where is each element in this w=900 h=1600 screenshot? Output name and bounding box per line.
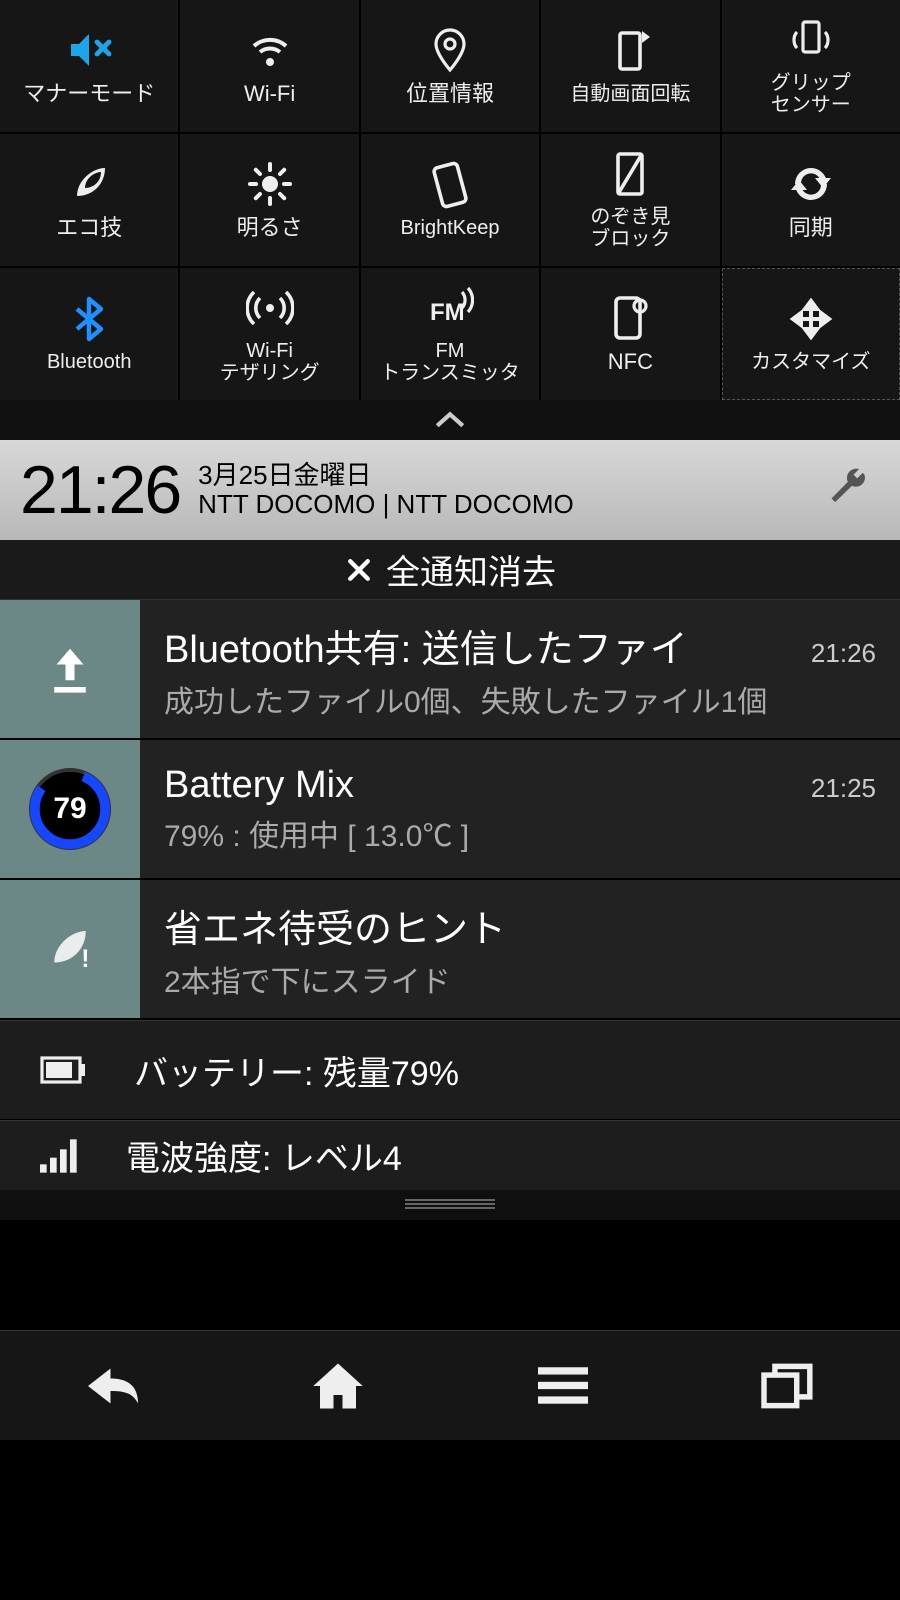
battery-mix-percent: 79 xyxy=(27,766,113,852)
nav-back-button[interactable] xyxy=(73,1356,153,1416)
notification-title: Bluetooth共有: 送信したファイ xyxy=(164,618,799,673)
back-icon xyxy=(83,1362,143,1410)
carrier-label: NTT DOCOMO | NTT DOCOMO xyxy=(198,490,574,519)
brightkeep-icon xyxy=(426,161,474,209)
notification-subtitle: 79% : 使用中 [ 13.0℃ ] xyxy=(164,811,876,855)
qs-label: のぞき見 ブロック xyxy=(590,206,670,250)
qs-label: エコ技 xyxy=(56,216,122,240)
notification-icon-area xyxy=(0,600,140,738)
sync-icon xyxy=(787,160,835,208)
qs-tile-nfc[interactable]: NFC xyxy=(541,268,719,400)
qs-tile-fm-transmitter[interactable]: FM FM トランスミッタ xyxy=(361,268,539,400)
recent-apps-icon xyxy=(761,1362,815,1410)
qs-tile-peek-block[interactable]: のぞき見 ブロック xyxy=(541,134,719,266)
notification-item[interactable]: 79 Battery Mix 21:25 79% : 使用中 [ 13.0℃ ] xyxy=(0,740,900,880)
notification-title: Battery Mix xyxy=(164,764,799,807)
tether-icon xyxy=(246,284,294,332)
battery-mix-icon: 79 xyxy=(27,766,113,852)
brightness-icon xyxy=(246,160,294,208)
qs-tile-manner-mode[interactable]: マナーモード xyxy=(0,0,178,132)
notification-time: 21:26 xyxy=(811,638,876,669)
customize-icon xyxy=(787,295,835,343)
collapse-quick-settings[interactable] xyxy=(0,400,900,440)
qs-tile-bluetooth[interactable]: Bluetooth xyxy=(0,268,178,400)
svg-text:FM: FM xyxy=(430,299,465,326)
notification-icon-area: ! xyxy=(0,880,140,1018)
qs-label: FM トランスミッタ xyxy=(380,340,520,384)
navigation-bar xyxy=(0,1330,900,1440)
bluetooth-icon xyxy=(65,295,113,343)
clear-all-notifications[interactable]: 全通知消去 xyxy=(0,540,900,600)
peek-icon xyxy=(606,150,654,198)
qs-label: Bluetooth xyxy=(47,351,132,373)
qs-tile-brightness[interactable]: 明るさ xyxy=(180,134,358,266)
notification-title: 省エネ待受のヒント xyxy=(164,898,876,953)
eco-icon xyxy=(65,160,113,208)
qs-tile-customize[interactable]: カスタマイズ xyxy=(722,268,900,400)
status-text: バッテリー: 残量79% xyxy=(134,1046,459,1095)
drag-handle-lines xyxy=(405,1199,495,1211)
qs-label: カスタマイズ xyxy=(751,351,870,373)
nav-recent-button[interactable] xyxy=(748,1356,828,1416)
status-text: 電波強度: レベル4 xyxy=(126,1131,402,1180)
settings-button[interactable] xyxy=(826,466,870,515)
signal-icon xyxy=(40,1138,80,1174)
qs-tile-wifi-tether[interactable]: Wi-Fi テザリング xyxy=(180,268,358,400)
location-icon xyxy=(426,26,474,74)
qs-tile-auto-rotate[interactable]: 自動画面回転 xyxy=(541,0,719,132)
panel-drag-handle[interactable] xyxy=(0,1190,900,1220)
status-row-battery[interactable]: バッテリー: 残量79% xyxy=(0,1020,900,1120)
date-label: 3月25日金曜日 xyxy=(198,461,574,490)
status-header: 21:26 3月25日金曜日 NTT DOCOMO | NTT DOCOMO xyxy=(0,440,900,540)
eco-hint-icon: ! xyxy=(43,922,97,976)
nfc-icon xyxy=(606,294,654,342)
qs-label: Wi-Fi xyxy=(244,82,295,106)
notification-time: 21:25 xyxy=(811,773,876,804)
qs-label: 同期 xyxy=(789,216,833,240)
qs-tile-brightkeep[interactable]: BrightKeep xyxy=(361,134,539,266)
home-icon xyxy=(311,1361,365,1411)
qs-label: NFC xyxy=(608,350,653,374)
qs-label: 位置情報 xyxy=(406,82,494,106)
qs-tile-sync[interactable]: 同期 xyxy=(722,134,900,266)
nav-home-button[interactable] xyxy=(298,1356,378,1416)
qs-label: 自動画面回転 xyxy=(570,83,690,105)
fm-icon: FM xyxy=(426,284,474,332)
upload-icon xyxy=(43,642,97,696)
status-row-signal[interactable]: 電波強度: レベル4 xyxy=(0,1120,900,1190)
qs-tile-location[interactable]: 位置情報 xyxy=(361,0,539,132)
quick-settings-grid: マナーモード Wi-Fi 位置情報 自動画面回転 グリップ センサー エコ技 明… xyxy=(0,0,900,400)
nav-menu-button[interactable] xyxy=(523,1356,603,1416)
notification-icon-area: 79 xyxy=(0,740,140,878)
wifi-icon xyxy=(246,26,294,74)
notification-item[interactable]: ! 省エネ待受のヒント 2本指で下にスライド xyxy=(0,880,900,1020)
clear-all-label: 全通知消去 xyxy=(386,545,556,594)
qs-label: BrightKeep xyxy=(401,217,500,239)
close-icon xyxy=(344,555,374,585)
notification-item[interactable]: Bluetooth共有: 送信したファイ 21:26 成功したファイル0個、失敗… xyxy=(0,600,900,740)
notification-subtitle: 2本指で下にスライド xyxy=(164,957,876,1001)
qs-label: Wi-Fi テザリング xyxy=(220,340,320,384)
qs-label: マナーモード xyxy=(23,82,155,106)
qs-label: グリップ センサー xyxy=(771,72,851,116)
chevron-up-icon xyxy=(433,410,467,430)
qs-tile-wifi[interactable]: Wi-Fi xyxy=(180,0,358,132)
menu-icon xyxy=(538,1366,588,1406)
mute-icon xyxy=(65,26,113,74)
wrench-icon xyxy=(826,466,870,510)
qs-tile-grip-sensor[interactable]: グリップ センサー xyxy=(722,0,900,132)
battery-icon xyxy=(40,1055,88,1085)
empty-area xyxy=(0,1220,900,1330)
svg-text:!: ! xyxy=(81,946,89,973)
qs-label: 明るさ xyxy=(237,216,303,240)
clock-time: 21:26 xyxy=(20,451,180,529)
notification-subtitle: 成功したファイル0個、失敗したファイル1個 xyxy=(164,677,876,721)
qs-tile-eco[interactable]: エコ技 xyxy=(0,134,178,266)
rotate-icon xyxy=(606,27,654,75)
grip-icon xyxy=(787,16,835,64)
